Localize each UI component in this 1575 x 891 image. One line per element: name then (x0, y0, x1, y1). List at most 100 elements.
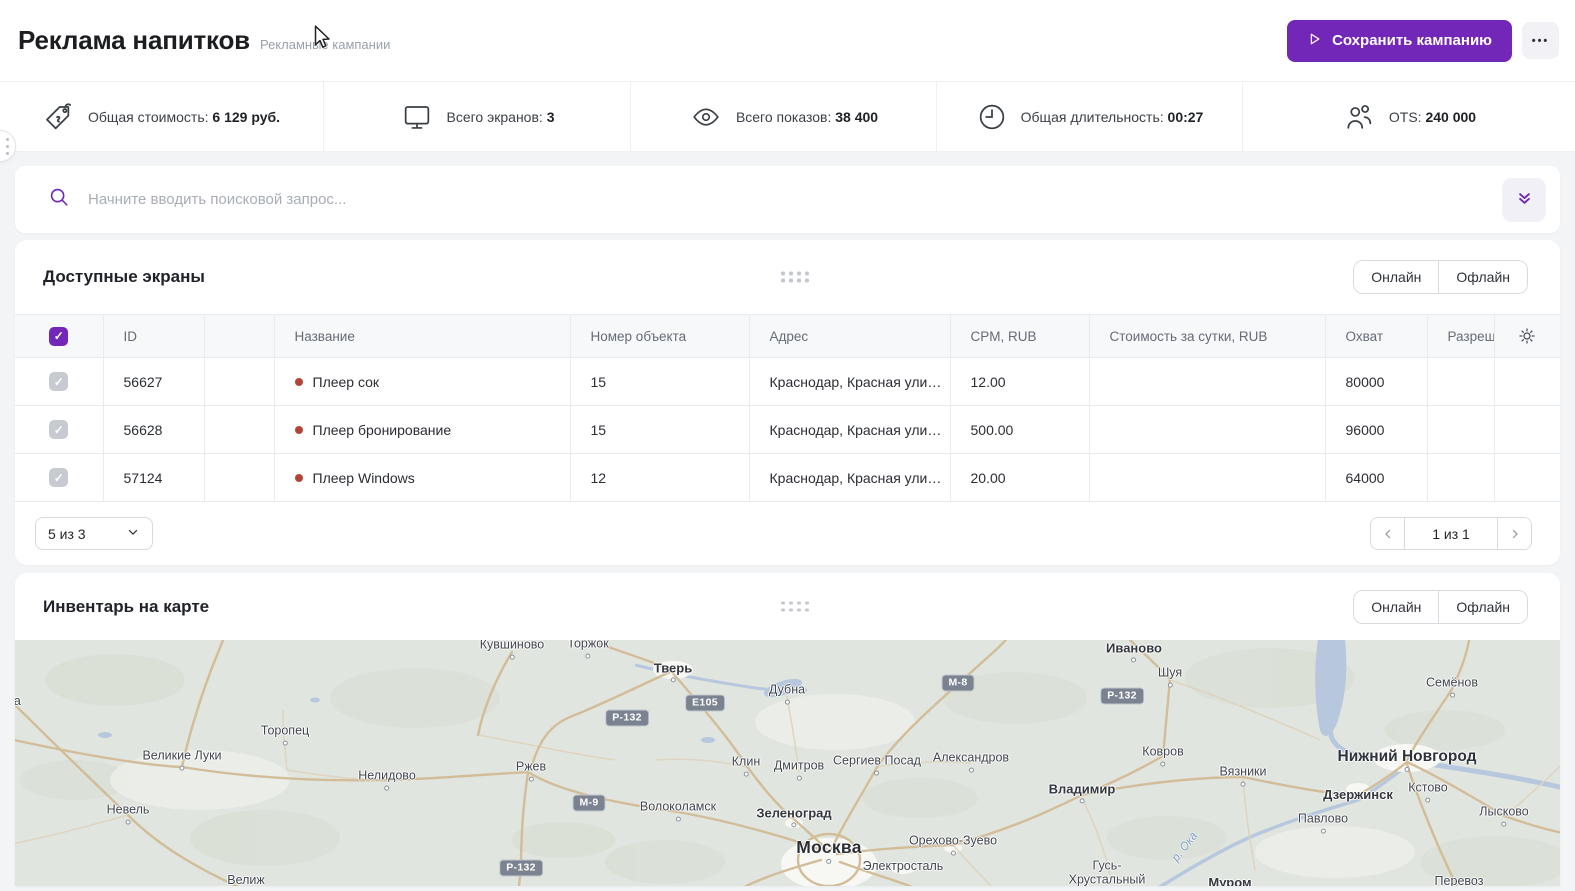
stat-value: 38 400 (835, 109, 878, 125)
cell-cpm: 20.00 (950, 454, 1089, 502)
price-tag-icon (43, 101, 75, 133)
next-page-button[interactable] (1498, 518, 1531, 549)
stat-label: Всего экранов: (447, 109, 543, 125)
page-indicator: 1 из 1 (1404, 518, 1498, 549)
online-filter-button[interactable]: Онлайн (1354, 591, 1438, 623)
cell-empty (204, 358, 274, 406)
search-icon (48, 186, 70, 213)
cell-reach: 64000 (1325, 454, 1427, 502)
cell-cost-per-day (1089, 454, 1325, 502)
screens-table: ID Название Номер объекта Адрес CPM, RUB… (15, 314, 1560, 502)
cell-object-number: 12 (570, 454, 749, 502)
map-graphics (15, 640, 1560, 886)
column-resolution: Разрешение (1427, 315, 1494, 358)
cell-resolution (1427, 406, 1494, 454)
cell-address: Краснодар, Красная ули… (749, 358, 950, 406)
more-options-button[interactable]: ••• (1522, 22, 1559, 59)
section-title-map: Инвентарь на карте (43, 597, 209, 617)
play-icon (1307, 31, 1322, 51)
stat-label: Общая длительность: (1021, 109, 1164, 125)
cell-reach: 96000 (1325, 406, 1427, 454)
status-dot (295, 378, 303, 386)
table-footer: 5 из 3 1 из 1 (15, 502, 1560, 565)
map-filter-group: Онлайн Офлайн (1353, 590, 1528, 624)
stat-value: 3 (547, 109, 555, 125)
column-empty (204, 315, 274, 358)
pagination: 1 из 1 (1370, 517, 1532, 550)
cell-cost-per-day (1089, 406, 1325, 454)
cell-empty (204, 454, 274, 502)
column-name: Название (274, 315, 570, 358)
save-campaign-label: Сохранить кампанию (1332, 32, 1492, 49)
stat-value: 6 129 руб. (212, 109, 280, 125)
stat-label: Всего показов: (736, 109, 831, 125)
section-title-screens: Доступные экраны (43, 267, 205, 287)
monitor-icon (400, 101, 434, 133)
cell-name: Плеер бронирование (274, 406, 570, 454)
row-checkbox[interactable] (49, 420, 68, 439)
breadcrumb[interactable]: Рекламные кампании (260, 37, 390, 52)
cell-resolution (1427, 358, 1494, 406)
cell-address: Краснодар, Красная ули… (749, 454, 950, 502)
eye-icon (689, 102, 723, 132)
page-size-select[interactable]: 5 из 3 (35, 517, 153, 550)
row-checkbox[interactable] (49, 372, 68, 391)
page-title: Реклама напитков (18, 25, 250, 56)
map-canvas[interactable]: нкаКувшиновоТоржокТверьДубнаИвановоШуяСе… (15, 640, 1560, 886)
search-bar (15, 166, 1560, 233)
available-screens-card: Доступные экраны Онлайн Офлайн ID Назван… (15, 240, 1560, 565)
cell-address: Краснодар, Красная ули… (749, 406, 950, 454)
cell-name: Плеер сок (274, 358, 570, 406)
clock-icon (976, 101, 1008, 133)
inventory-map-card: Инвентарь на карте Онлайн Офлайн (15, 573, 1560, 886)
chevron-down-icon (126, 525, 140, 542)
cell-reach: 80000 (1325, 358, 1427, 406)
search-input[interactable] (88, 191, 1502, 208)
stat-value: 00:27 (1168, 109, 1204, 125)
table-row[interactable]: 56628 Плеер бронирование 15 Краснодар, К… (15, 406, 1560, 454)
column-cost-per-day: Стоимость за сутки, RUB (1089, 315, 1325, 358)
expand-filters-button[interactable] (1502, 178, 1546, 222)
double-chevron-down-icon (1515, 189, 1534, 211)
status-dot (295, 426, 303, 434)
prev-page-button[interactable] (1371, 518, 1404, 549)
drag-handle-icon[interactable] (781, 272, 809, 283)
stat-label: Общая стоимость: (88, 109, 209, 125)
save-campaign-button[interactable]: Сохранить кампанию (1287, 20, 1512, 62)
column-cpm: CPM, RUB (950, 315, 1089, 358)
cell-empty (204, 406, 274, 454)
status-dot (295, 474, 303, 482)
stat-ots: OTS: 240 000 (1242, 82, 1575, 151)
stat-value: 240 000 (1425, 109, 1476, 125)
table-row[interactable]: 56627 Плеер сок 15 Краснодар, Красная ул… (15, 358, 1560, 406)
cell-object-number: 15 (570, 358, 749, 406)
cell-cpm: 500.00 (950, 406, 1089, 454)
stat-total-impressions: Всего показов: 38 400 (630, 82, 936, 151)
stat-total-cost: Общая стоимость: 6 129 руб. (0, 82, 323, 151)
column-reach: Охват (1325, 315, 1427, 358)
column-object-number: Номер объекта (570, 315, 749, 358)
row-checkbox[interactable] (49, 468, 68, 487)
drag-handle-icon[interactable] (781, 601, 809, 612)
select-all-checkbox[interactable] (49, 327, 68, 346)
cell-object-number: 15 (570, 406, 749, 454)
page-size-value: 5 из 3 (48, 526, 86, 542)
stat-total-duration: Общая длительность: 00:27 (936, 82, 1242, 151)
cell-id: 56627 (103, 358, 204, 406)
cell-resolution (1427, 454, 1494, 502)
screens-filter-group: Онлайн Офлайн (1353, 260, 1528, 294)
online-filter-button[interactable]: Онлайн (1354, 261, 1438, 293)
cell-id: 56628 (103, 406, 204, 454)
column-id: ID (103, 315, 204, 358)
campaign-stats-bar: Общая стоимость: 6 129 руб. Всего экрано… (0, 82, 1575, 152)
offline-filter-button[interactable]: Офлайн (1438, 261, 1527, 293)
cell-id: 57124 (103, 454, 204, 502)
gear-icon[interactable] (1495, 326, 1561, 346)
offline-filter-button[interactable]: Офлайн (1438, 591, 1527, 623)
stat-total-screens: Всего экранов: 3 (323, 82, 630, 151)
people-icon (1342, 101, 1376, 133)
table-header-row: ID Название Номер объекта Адрес CPM, RUB… (15, 315, 1560, 358)
table-row[interactable]: 57124 Плеер Windows 12 Краснодар, Красна… (15, 454, 1560, 502)
cell-cpm: 12.00 (950, 358, 1089, 406)
cell-cost-per-day (1089, 358, 1325, 406)
